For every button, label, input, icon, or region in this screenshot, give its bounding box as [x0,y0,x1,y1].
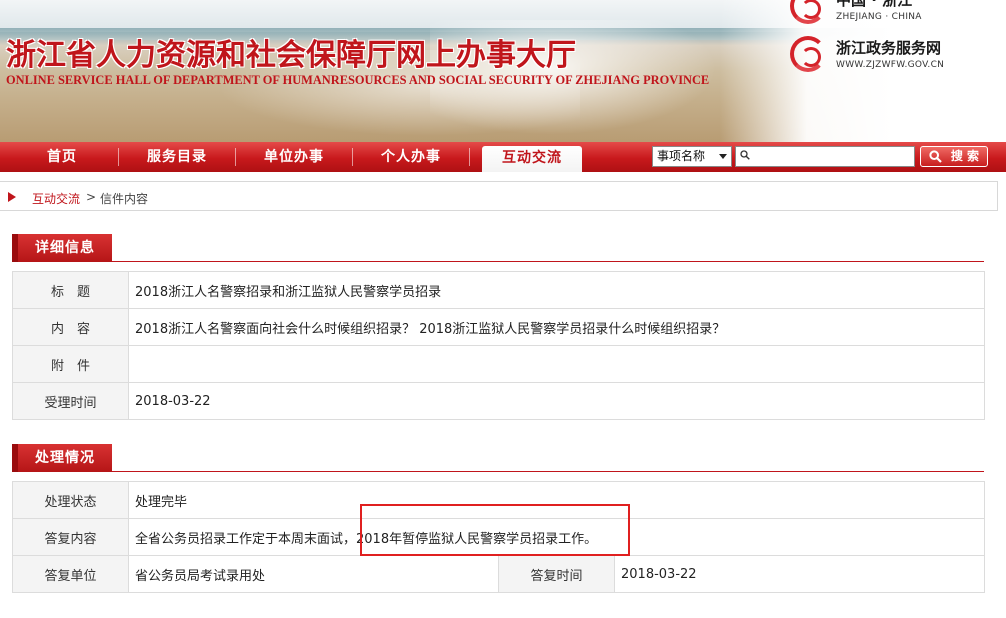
handling-section-title: 处理情况 [12,444,112,472]
status-label: 处理状态 [12,481,129,519]
content-label: 内 容 [12,308,129,346]
search-input[interactable] [735,146,915,167]
logo-en-text: WWW.ZJZWFW.GOV.CN [836,60,945,70]
reply-time-value: 2018-03-22 [614,555,985,593]
nav-personal-affairs[interactable]: 个人办事 [353,142,469,172]
breadcrumb-separator: > [86,190,97,204]
logo-cn-text: 浙江政务服务网 [836,39,942,57]
nav-service-catalog[interactable]: 服务目录 [119,142,235,172]
reply-unit-value: 省公务员局考试录用处 [128,555,499,593]
nav-org-affairs[interactable]: 单位办事 [236,142,352,172]
nav-home[interactable]: 首页 [6,142,118,172]
nav-divider [469,148,470,166]
table-row: 受理时间 2018-03-22 [12,382,985,420]
chevron-down-icon [719,154,727,159]
breadcrumb-link-interaction[interactable]: 互动交流 [32,190,80,207]
attachment-value [128,345,985,383]
reply-label: 答复内容 [12,518,129,556]
received-time-label: 受理时间 [12,382,129,420]
site-subtitle: ONLINE SERVICE HALL OF DEPARTMENT OF HUM… [6,73,710,87]
site-title: 浙江省人力资源和社会保障厅网上办事大厅 [6,38,576,73]
breadcrumb: 互动交流 > 信件内容 [0,181,998,211]
table-row: 内 容 2018浙江人名警察面向社会什么时候组织招录？ 2018浙江监狱人民警察… [12,308,985,346]
reply-unit-label: 答复单位 [12,555,129,593]
handling-section-header: 处理情况 [12,444,984,472]
search-type-select[interactable]: 事项名称 [652,146,732,167]
content-value: 2018浙江人名警察面向社会什么时候组织招录？ 2018浙江监狱人民警察学员招录… [128,308,985,346]
breadcrumb-current: 信件内容 [100,192,149,206]
reply-time-label: 答复时间 [498,555,615,593]
details-section-header: 详细信息 [12,234,984,262]
arrow-right-icon [8,192,16,202]
nav-interaction[interactable]: 互动交流 [482,146,582,172]
search-type-value: 事项名称 [657,149,706,163]
attachment-label: 附 件 [12,345,129,383]
search-icon [929,150,942,163]
table-row: 标 题 2018浙江人名警察招录和浙江监狱人民警察学员招录 [12,271,985,309]
search-button-label: 搜 索 [950,149,979,163]
received-time-value: 2018-03-22 [128,382,985,420]
logo-en-text: ZHEJIANG · CHINA [836,12,922,22]
title-value: 2018浙江人名警察招录和浙江监狱人民警察学员招录 [128,271,985,309]
highlight-box [360,504,630,556]
swirl-logo-icon [790,36,826,72]
details-table: 标 题 2018浙江人名警察招录和浙江监狱人民警察学员招录 内 容 2018浙江… [12,271,985,420]
title-label: 标 题 [12,271,129,309]
table-row: 附 件 [12,345,985,383]
search-button[interactable]: 搜 索 [920,146,988,167]
table-row: 答复单位 省公务员局考试录用处 答复时间 2018-03-22 [12,555,985,593]
search-icon [740,150,750,160]
header-banner: 浙江省人力资源和社会保障厅网上办事大厅 ONLINE SERVICE HALL … [0,0,1006,142]
logo-cn-text: 中国 · 浙江 [836,0,913,9]
main-nav: 首页 服务目录 单位办事 个人办事 互动交流 事项名称 搜 索 [0,142,1006,172]
details-section-title: 详细信息 [12,234,112,262]
